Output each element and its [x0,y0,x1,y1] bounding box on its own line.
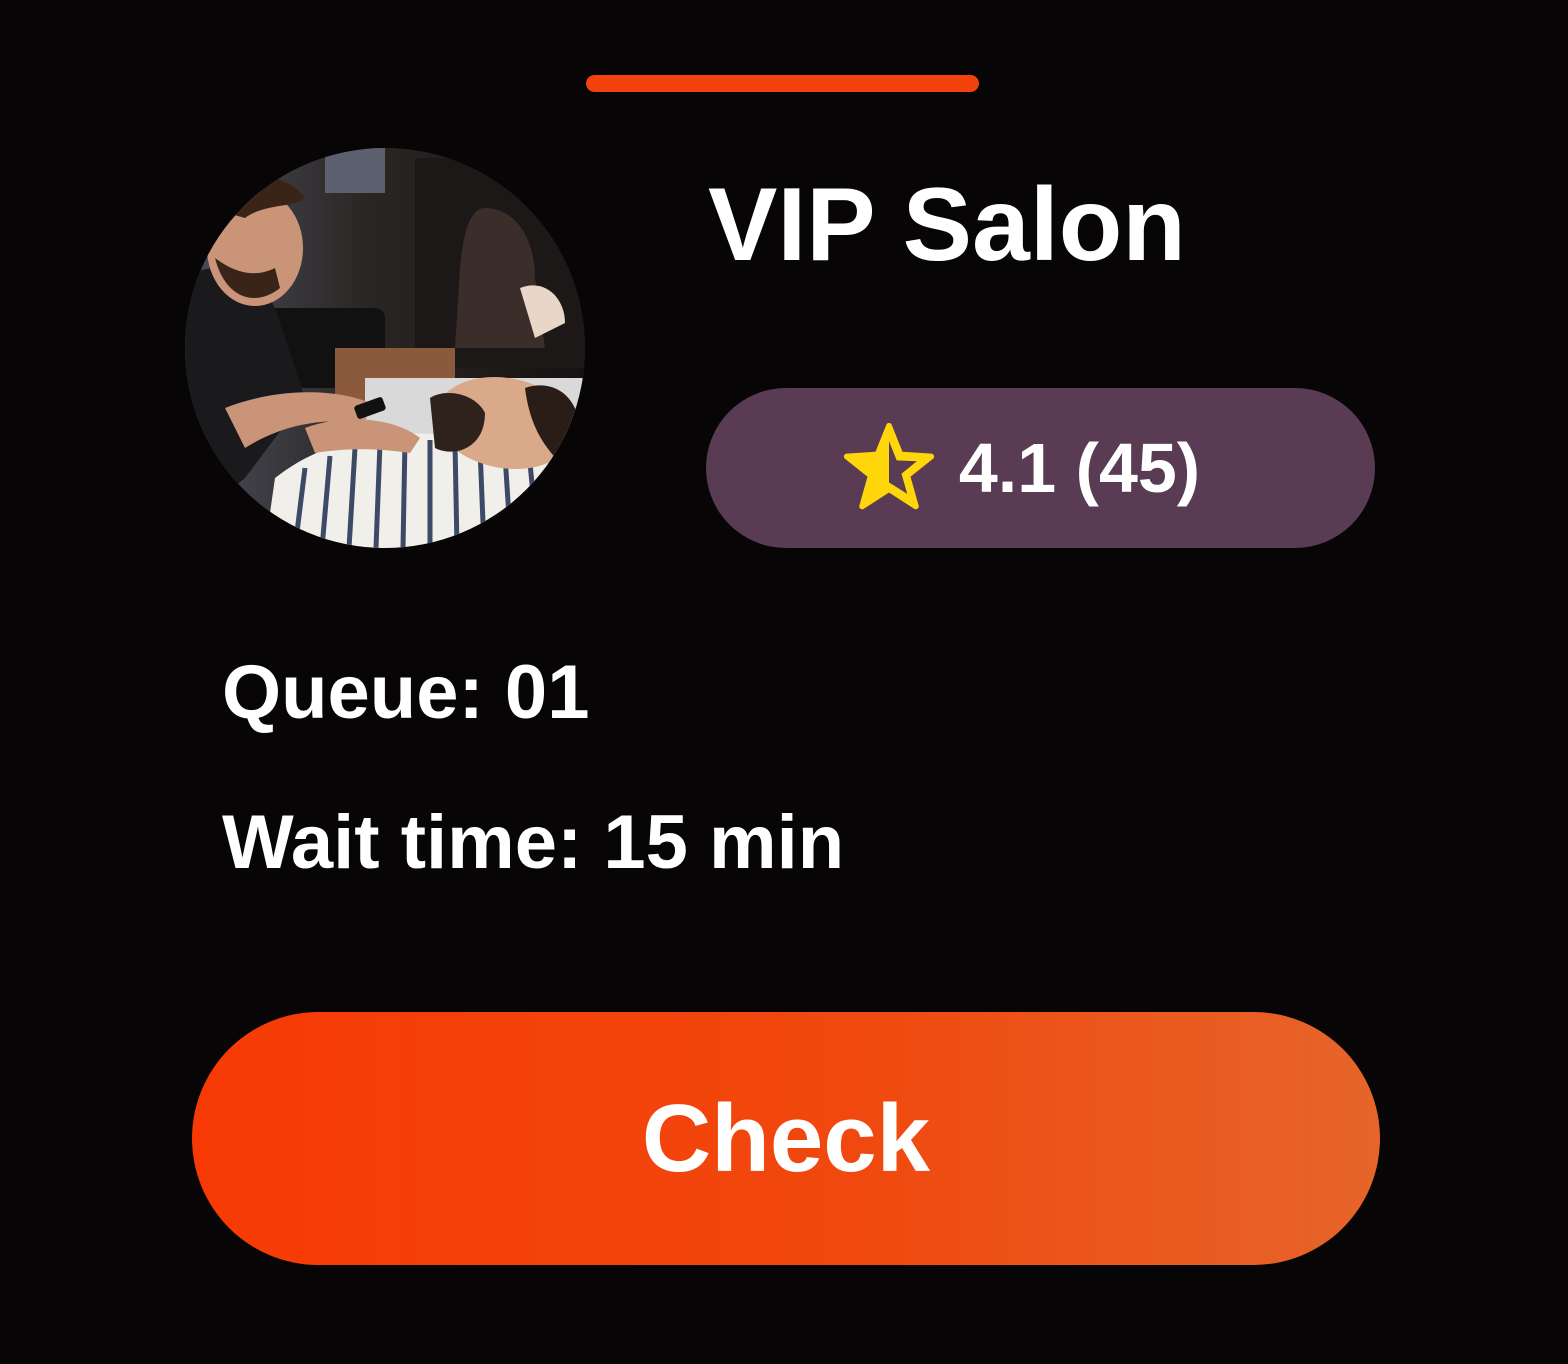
salon-name: VIP Salon [708,167,1186,283]
rating-badge: 4.1 (45) [706,388,1375,548]
salon-photo [185,148,585,548]
sheet-drag-handle[interactable] [586,75,979,92]
rating-text: 4.1 (45) [958,429,1201,507]
barber-photo-illustration [185,148,585,548]
wait-time-text: Wait time: 15 min [222,800,845,885]
star-half-icon [843,422,934,510]
queue-text: Queue: 01 [222,650,590,735]
check-button[interactable]: Check [192,1012,1380,1265]
